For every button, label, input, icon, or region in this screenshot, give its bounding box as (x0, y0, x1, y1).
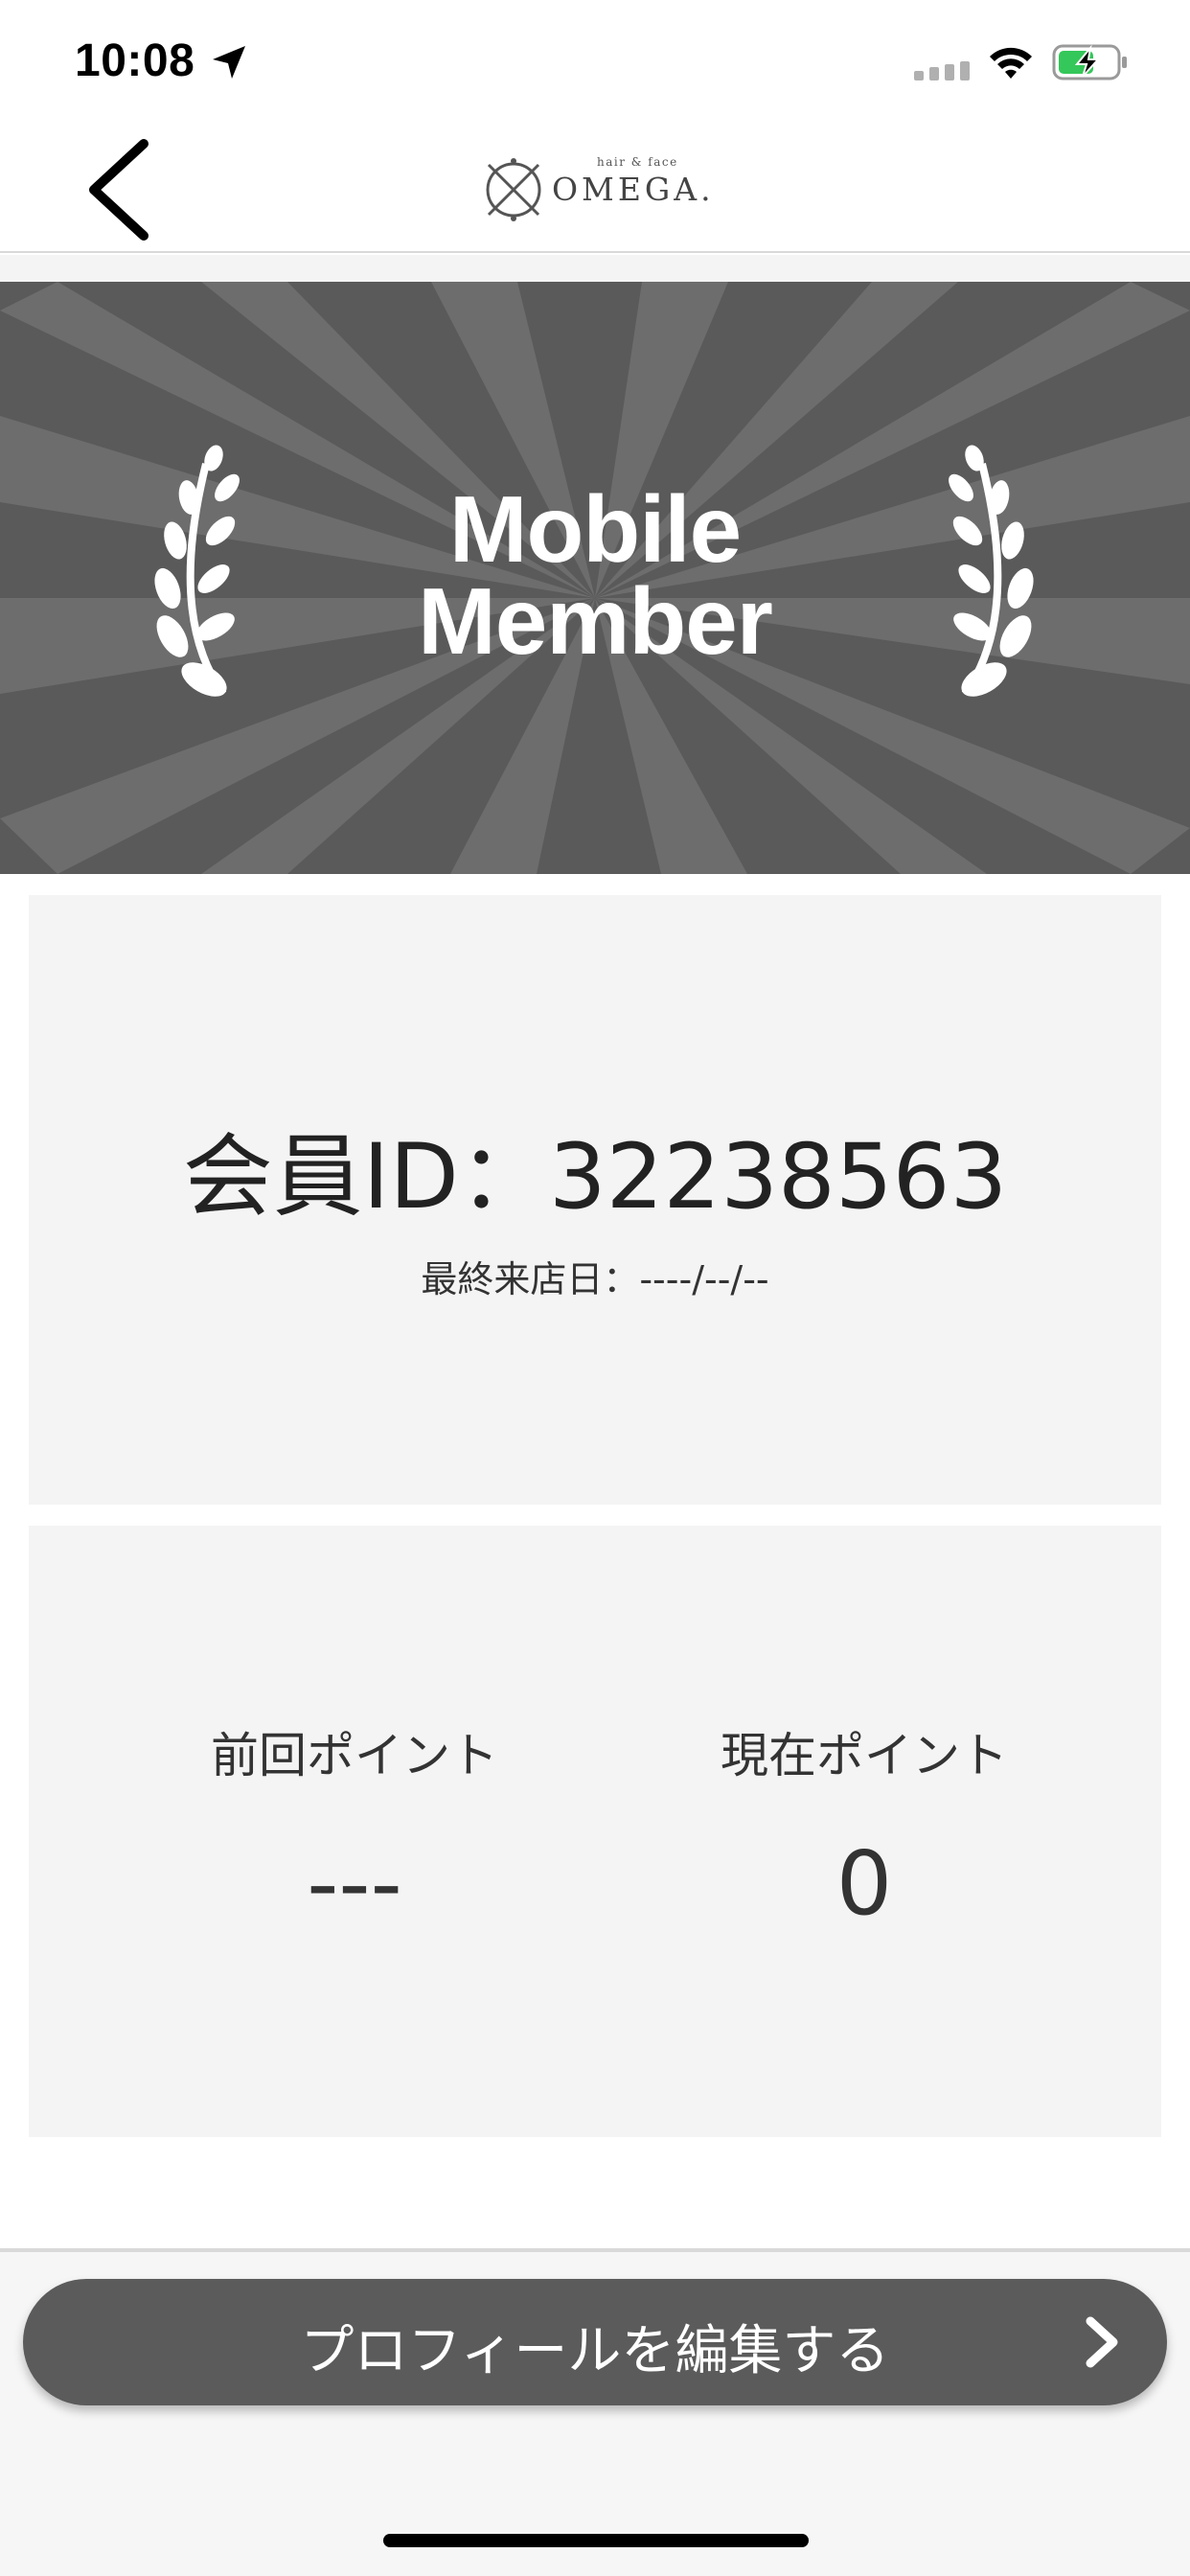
page: 10:08 hair & face OMEGA. Mobile Member 会… (0, 0, 1190, 2576)
omega-logo: hair & face OMEGA. (479, 150, 719, 230)
status-time: 10:08 (75, 35, 195, 86)
omega-logo-mark-icon (486, 158, 541, 221)
logo-title: OMEGA. (552, 171, 715, 208)
bottom-area: プロフィールを編集する (0, 2252, 1190, 2576)
back-button[interactable] (75, 134, 161, 245)
current-points-label: 現在ポイント (721, 1728, 1008, 1783)
current-points-value: 0 (835, 1832, 893, 1935)
laurel-right-icon (949, 445, 1034, 697)
logo-subtitle: hair & face (597, 155, 678, 169)
nav-bar: hair & face OMEGA. (0, 125, 1190, 253)
member-id-card: 会員ID：32238563 最終来店日：----/--/-- (29, 895, 1161, 1505)
chevron-right-icon (1086, 2316, 1118, 2368)
member-id: 会員ID：32238563 (182, 1125, 1008, 1230)
previous-points-label: 前回ポイント (211, 1728, 498, 1783)
battery-charging-icon (1052, 44, 1127, 80)
mobile-member-banner: Mobile Member (0, 282, 1190, 874)
previous-points-value: --- (307, 1832, 402, 1935)
status-bar: 10:08 (0, 0, 1190, 125)
location-arrow-icon (213, 46, 245, 79)
current-points: 現在ポイント 0 (653, 1717, 1075, 1935)
previous-points: 前回ポイント --- (144, 1717, 565, 1935)
last-visit-date: 最終来店日：----/--/-- (421, 1258, 769, 1300)
content-background (0, 255, 1190, 282)
edit-profile-label: プロフィールを編集する (300, 2320, 890, 2382)
edit-profile-button[interactable]: プロフィールを編集する (23, 2279, 1167, 2405)
cellular-signal-icon (914, 61, 970, 80)
home-indicator[interactable] (383, 2534, 809, 2547)
wifi-icon (990, 47, 1032, 79)
points-card: 前回ポイント --- 現在ポイント 0 (29, 1526, 1161, 2137)
